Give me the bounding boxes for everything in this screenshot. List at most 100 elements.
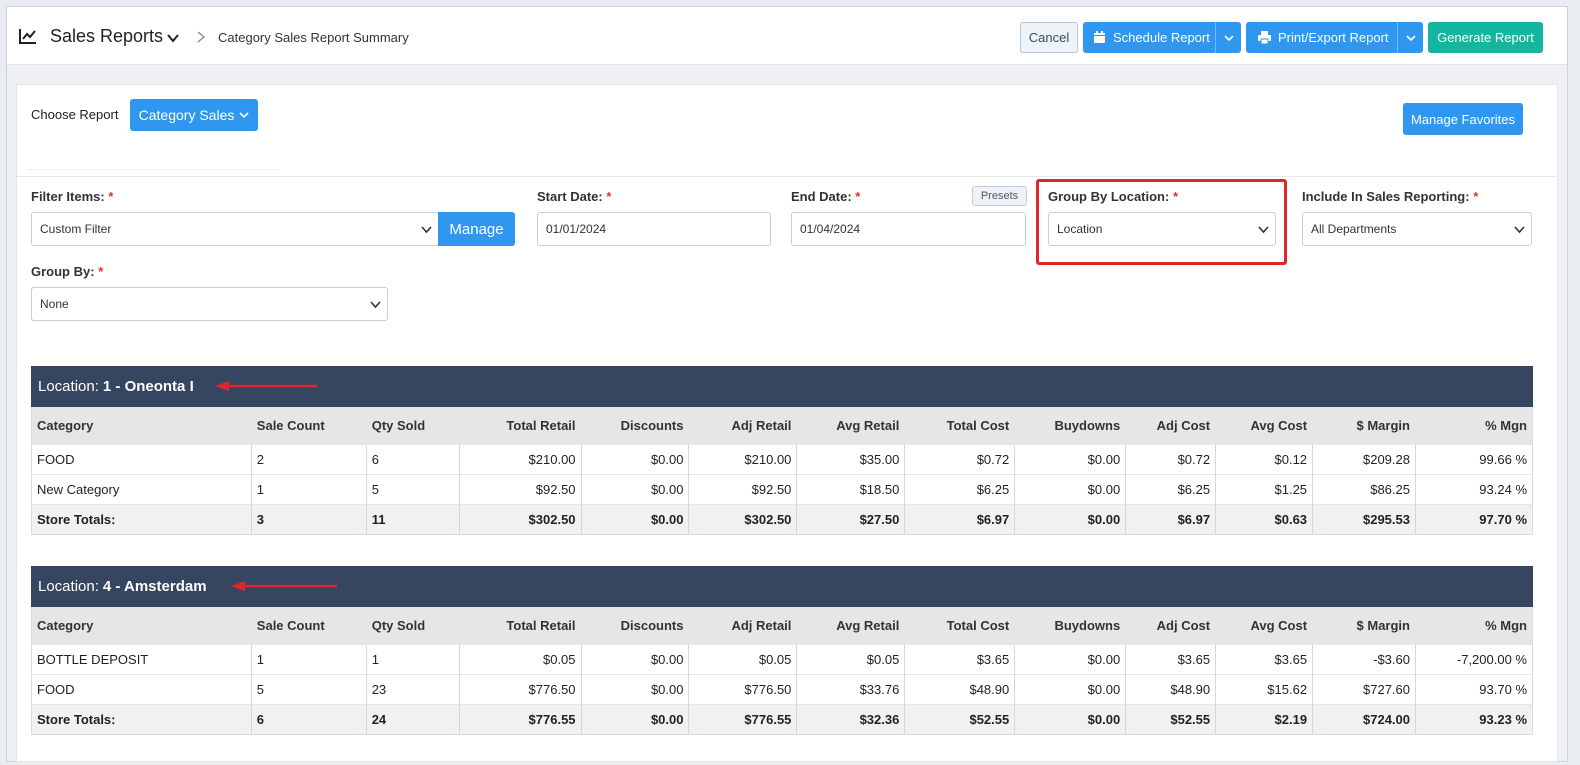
top-header: Sales Reports Category Sales Report Summ… bbox=[7, 7, 1567, 65]
table-cell: $0.05 bbox=[796, 643, 906, 674]
start-date-input[interactable]: 01/01/2024 bbox=[537, 212, 771, 246]
total-cell: $0.00 bbox=[1014, 503, 1127, 534]
column-header: Adj Retail bbox=[688, 407, 798, 444]
column-header: Avg Cost bbox=[1215, 607, 1314, 644]
chevron-down-icon bbox=[1405, 34, 1416, 41]
table-cell: $210.00 bbox=[688, 443, 798, 474]
print-dropdown-toggle[interactable] bbox=[1397, 22, 1423, 53]
total-cell: $295.53 bbox=[1312, 503, 1416, 534]
group-by-location-label: Group By Location: * bbox=[1048, 189, 1179, 204]
column-header: Adj Cost bbox=[1125, 607, 1217, 644]
column-header: Avg Retail bbox=[796, 407, 906, 444]
include-sales-select[interactable]: All Departments bbox=[1302, 212, 1532, 246]
choose-report-label: Choose Report bbox=[31, 107, 119, 122]
table-cell: $86.25 bbox=[1312, 473, 1416, 504]
column-header: Qty Sold bbox=[366, 607, 460, 644]
column-header: Sale Count bbox=[251, 607, 367, 644]
chevron-down-icon[interactable] bbox=[166, 31, 180, 45]
table-cell: 93.24 % bbox=[1415, 473, 1533, 504]
category-sales-dropdown[interactable]: Category Sales bbox=[130, 99, 258, 131]
table-cell: 1 bbox=[251, 473, 367, 504]
column-header: Total Retail bbox=[459, 607, 582, 644]
table-cell: 93.70 % bbox=[1415, 673, 1533, 704]
chart-line-icon bbox=[19, 29, 36, 44]
total-cell: $2.19 bbox=[1215, 703, 1314, 734]
chevron-down-icon bbox=[1258, 226, 1269, 234]
page-title[interactable]: Sales Reports bbox=[50, 26, 163, 47]
table-cell: 6 bbox=[366, 443, 460, 474]
table-header-row: Category Sale Count Qty Sold Total Retail Di… bbox=[31, 407, 1533, 444]
group-by-select[interactable]: None bbox=[31, 287, 388, 321]
table-header-row: Category Sale Count Qty Sold Total Retail Di… bbox=[31, 607, 1533, 644]
total-cell: 24 bbox=[366, 703, 460, 734]
chevron-right-icon bbox=[197, 31, 206, 43]
table-cell: $0.05 bbox=[459, 643, 582, 674]
print-export-button[interactable]: Print/Export Report bbox=[1246, 22, 1423, 53]
table-row: FOOD 5 23 $776.50 $0.00 $776.50 $33.76 $48.90 $0… bbox=[31, 673, 1533, 704]
total-cell: $776.55 bbox=[688, 703, 798, 734]
cancel-button[interactable]: Cancel bbox=[1020, 22, 1078, 53]
total-cell: 97.70 % bbox=[1415, 503, 1533, 534]
table-cell: 5 bbox=[251, 673, 367, 704]
table-cell: $92.50 bbox=[688, 473, 798, 504]
table-row: BOTTLE DEPOSIT 1 1 $0.05 $0.00 $0.05 $0.05 $3.6… bbox=[31, 643, 1533, 674]
chevron-down-icon bbox=[370, 301, 381, 309]
total-cell: 93.23 % bbox=[1415, 703, 1533, 734]
chevron-down-icon bbox=[421, 226, 432, 234]
table-cell: $727.60 bbox=[1312, 673, 1416, 704]
column-header: Discounts bbox=[581, 607, 690, 644]
schedule-report-button[interactable]: Schedule Report bbox=[1083, 22, 1241, 53]
end-date-label: End Date: * bbox=[791, 189, 861, 204]
total-cell: $0.00 bbox=[1014, 703, 1127, 734]
generate-report-button[interactable]: Generate Report bbox=[1428, 22, 1543, 53]
category-sales-label: Category Sales bbox=[138, 107, 235, 123]
filter-items-select[interactable]: Custom Filter bbox=[31, 212, 439, 246]
table-cell: -$3.60 bbox=[1312, 643, 1416, 674]
manage-filter-button[interactable]: Manage bbox=[438, 212, 515, 246]
table-cell: $776.50 bbox=[459, 673, 582, 704]
group-by-location-select[interactable]: Location bbox=[1048, 212, 1276, 246]
schedule-dropdown-toggle[interactable] bbox=[1215, 22, 1241, 53]
total-cell: $0.00 bbox=[581, 703, 690, 734]
report-card: Choose Report Category Sales Manage Favo… bbox=[16, 84, 1558, 762]
table-cell: $0.00 bbox=[581, 473, 690, 504]
column-header: Avg Retail bbox=[796, 607, 906, 644]
total-cell: $6.97 bbox=[1125, 503, 1217, 534]
total-cell: $724.00 bbox=[1312, 703, 1416, 734]
table-cell: $15.62 bbox=[1215, 673, 1314, 704]
table-cell: $0.05 bbox=[688, 643, 798, 674]
chevron-down-icon bbox=[1514, 226, 1525, 234]
end-date-input[interactable]: 01/04/2024 bbox=[791, 212, 1026, 246]
calendar-icon bbox=[1094, 31, 1105, 43]
presets-button[interactable]: Presets bbox=[972, 186, 1027, 206]
app-frame: Sales Reports Category Sales Report Summ… bbox=[6, 6, 1568, 762]
total-cell: $52.55 bbox=[904, 703, 1016, 734]
breadcrumb: Category Sales Report Summary bbox=[218, 30, 409, 45]
table-cell: $33.76 bbox=[796, 673, 906, 704]
printer-icon bbox=[1258, 31, 1271, 44]
table-cell: $0.00 bbox=[581, 443, 690, 474]
divider bbox=[17, 176, 1557, 177]
arrow-left-icon bbox=[231, 581, 337, 591]
column-header: Adj Retail bbox=[688, 607, 798, 644]
column-header: Sale Count bbox=[251, 407, 367, 444]
schedule-report-label: Schedule Report bbox=[1113, 30, 1210, 45]
column-header: $ Margin bbox=[1312, 407, 1416, 444]
table-cell: $3.65 bbox=[1215, 643, 1314, 674]
store-totals-row: Store Totals: 6 24 $776.55 $0.00 $776.55 $32.3… bbox=[31, 703, 1533, 734]
column-header: Total Retail bbox=[459, 407, 582, 444]
table-row: FOOD 2 6 $210.00 $0.00 $210.00 $35.00 $0.72 $0.0… bbox=[31, 443, 1533, 474]
table-cell: $0.00 bbox=[581, 673, 690, 704]
column-header: % Mgn bbox=[1415, 607, 1533, 644]
column-header: Total Cost bbox=[904, 607, 1016, 644]
table-cell: $0.00 bbox=[581, 643, 690, 674]
manage-favorites-button[interactable]: Manage Favorites bbox=[1403, 103, 1523, 135]
column-header: Category bbox=[31, 407, 252, 444]
table-cell: $3.65 bbox=[1125, 643, 1217, 674]
column-header: Discounts bbox=[581, 407, 690, 444]
chevron-down-icon bbox=[239, 112, 249, 119]
divider bbox=[27, 169, 279, 170]
total-cell: 11 bbox=[366, 503, 460, 534]
column-header: Buydowns bbox=[1014, 607, 1127, 644]
table-cell: $6.25 bbox=[1125, 473, 1217, 504]
